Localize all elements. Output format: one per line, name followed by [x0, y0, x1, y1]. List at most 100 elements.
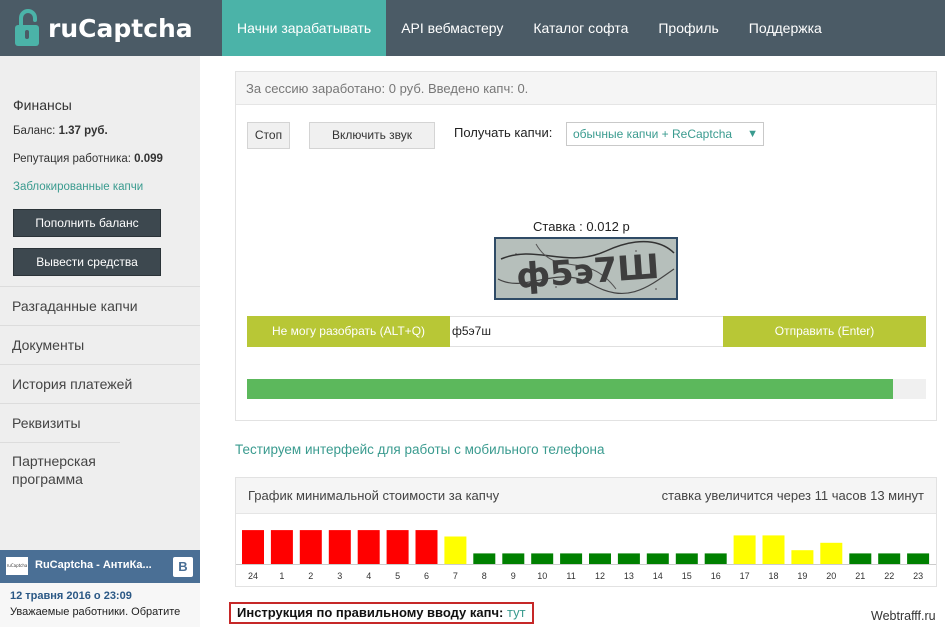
chart-bar-13 [617, 553, 640, 564]
mobile-interface-link[interactable]: Тестируем интерфейс для работы с мобильн… [235, 442, 604, 457]
dropdown-arrow-icon: ▼ [747, 128, 758, 140]
reputation-value: 0.099 [134, 153, 163, 165]
vk-post-date[interactable]: 12 травня 2016 о 23:09 [10, 590, 132, 602]
rate-increase-note: ставка увеличится через 11 часов 13 мину… [661, 488, 924, 503]
nav-start-earning[interactable]: Начни зарабатывать [222, 0, 387, 56]
chart-bar-23 [907, 553, 930, 564]
stop-button[interactable]: Стоп [247, 122, 290, 149]
price-chart: 24 1 2 3 4 5 6 7 8 9 10 11 12 13 14 15 16 17 18 19 20 21 22 23 [236, 530, 936, 581]
main-nav: Начни зарабатывать API вебмастеру Катало… [222, 0, 837, 56]
chart-tick-label: 4 [366, 571, 371, 581]
chart-bar-6 [415, 530, 438, 564]
chart-tick-label: 3 [337, 571, 342, 581]
rate-text: Ставка : 0.012 р [533, 219, 630, 234]
captcha-image-art: ф5э7Ш [496, 239, 676, 298]
chart-tick-label: 17 [740, 571, 750, 581]
chart-bar-22 [878, 553, 901, 564]
nav-api-webmaster[interactable]: API вебмастеру [386, 0, 518, 56]
chart-tick-label: 20 [826, 571, 836, 581]
vk-group-title[interactable]: RuCaptcha - АнтиКа... [35, 559, 163, 571]
get-captchas-label: Получать капчи: [454, 125, 553, 140]
session-stats: За сессию заработано: 0 руб. Введено кап… [236, 72, 936, 105]
sidebar-item-documents[interactable]: Документы [0, 325, 200, 364]
chart-bar-17 [733, 535, 756, 564]
chart-tick-label: 23 [913, 571, 923, 581]
enable-sound-button[interactable]: Включить звук [309, 122, 435, 149]
cant-solve-button[interactable]: Не могу разобрать (ALT+Q) [247, 316, 450, 347]
sidebar-item-solved-captchas[interactable]: Разгаданные капчи [0, 286, 200, 325]
vk-logo-icon[interactable]: В [173, 557, 193, 577]
chart-title: График минимальной стоимости за капчу [248, 488, 500, 503]
chart-bar-4 [357, 530, 380, 564]
chart-tick-label: 22 [884, 571, 894, 581]
vk-widget: ruCaptcha RuCaptcha - АнтиКа... В 12 тра… [0, 550, 200, 627]
instruction-link[interactable]: тут [507, 605, 526, 620]
balance-label: Баланс: [13, 125, 56, 137]
chart-bar-14 [646, 553, 669, 564]
reputation-row: Репутация работника: 0.099 [13, 153, 163, 165]
chart-tick-label: 16 [711, 571, 721, 581]
chart-tick-label: 11 [566, 571, 575, 581]
watermark: Webtrafff.ru [871, 609, 936, 623]
sidebar-item-requisites[interactable]: Реквизиты [0, 403, 200, 442]
balance-row: Баланс: 1.37 руб. [13, 125, 108, 137]
vk-group-thumbnail: ruCaptcha [6, 557, 28, 575]
sidebar: Финансы Баланс: 1.37 руб. Репутация рабо… [0, 56, 200, 627]
blocked-captchas-link[interactable]: Заблокированные капчи [13, 181, 143, 193]
send-button[interactable]: Отправить (Enter) [723, 316, 926, 347]
withdraw-funds-button[interactable]: Вывести средства [13, 248, 161, 276]
chart-tick-label: 10 [537, 571, 547, 581]
captcha-type-selected: обычные капчи + ReCaptcha [573, 127, 733, 141]
sidebar-menu: Разгаданные капчи Документы История плат… [0, 286, 200, 497]
chart-tick-label: 9 [511, 571, 516, 581]
chart-bar-10 [531, 553, 554, 564]
instruction-box: Инструкция по правильному вводу капч: ту… [229, 602, 534, 624]
chart-tick-label: 1 [279, 571, 284, 581]
chart-tick-label: 5 [395, 571, 400, 581]
answer-row: Не могу разобрать (ALT+Q) ф5э7ш Отправит… [247, 316, 926, 347]
chart-bar-7 [444, 536, 467, 564]
chart-tick-label: 12 [595, 571, 605, 581]
lock-icon [15, 9, 39, 46]
vk-post-text: Уважаемые работники. Обратите [10, 606, 181, 618]
chart-tick-label: 6 [424, 571, 429, 581]
chart-tick-label: 24 [248, 571, 258, 581]
chart-bar-20 [820, 542, 843, 564]
chart-tick-label: 8 [482, 571, 487, 581]
top-navigation-bar: ruCaptcha Начни зарабатывать API вебмаст… [0, 0, 945, 56]
vk-widget-header[interactable]: ruCaptcha RuCaptcha - АнтиКа... В [0, 550, 200, 583]
chart-bar-15 [675, 553, 698, 564]
timer-progress-bar [247, 379, 926, 399]
logo[interactable]: ruCaptcha [0, 0, 200, 56]
chart-bar-16 [704, 553, 727, 564]
topup-balance-button[interactable]: Пополнить баланс [13, 209, 161, 237]
chart-tick-label: 21 [855, 571, 865, 581]
captcha-work-panel: За сессию заработано: 0 руб. Введено кап… [235, 71, 937, 421]
nav-support[interactable]: Поддержка [734, 0, 837, 56]
chart-bar-18 [762, 535, 785, 564]
price-chart-panel: График минимальной стоимости за капчу ст… [235, 477, 937, 587]
sidebar-item-partner-program[interactable]: Партнерская программа [0, 442, 120, 497]
nav-profile[interactable]: Профиль [643, 0, 733, 56]
chart-bar-5 [386, 530, 409, 564]
chart-bar-8 [473, 553, 496, 564]
chart-tick-label: 19 [797, 571, 807, 581]
nav-software-catalog[interactable]: Каталог софта [518, 0, 643, 56]
captcha-image: ф5э7Ш [494, 237, 678, 300]
chart-tick-label: 14 [653, 571, 663, 581]
captcha-type-select[interactable]: обычные капчи + ReCaptcha ▼ [566, 122, 764, 146]
chart-bar-12 [589, 553, 611, 564]
chart-tick-label: 7 [453, 571, 458, 581]
chart-tick-label: 15 [682, 571, 692, 581]
chart-tick-label: 13 [624, 571, 634, 581]
chart-bar-11 [560, 553, 583, 564]
timer-progress-fill [247, 379, 893, 399]
chart-tick-label: 18 [768, 571, 778, 581]
reputation-label: Репутация работника: [13, 153, 131, 165]
answer-input[interactable]: ф5э7ш [450, 316, 723, 347]
sidebar-item-payment-history[interactable]: История платежей [0, 364, 200, 403]
chart-bar-19 [791, 550, 814, 564]
balance-value: 1.37 руб. [58, 125, 108, 137]
chart-header: График минимальной стоимости за капчу ст… [236, 478, 936, 514]
brand-name: ruCaptcha [48, 14, 193, 43]
